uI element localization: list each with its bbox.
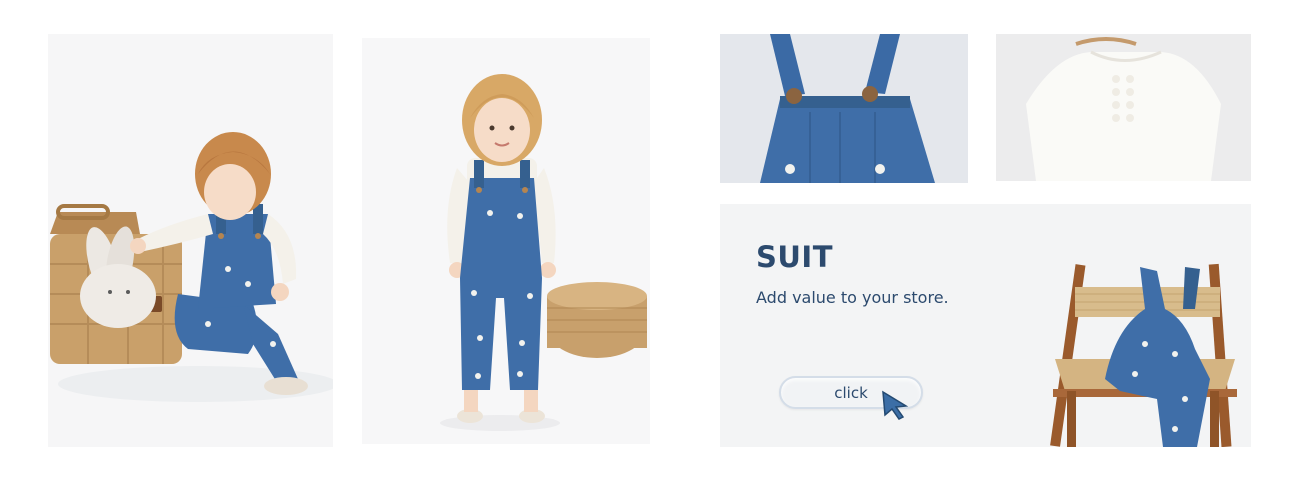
photo-white-blouse[interactable] <box>996 34 1251 181</box>
promo-title: SUIT <box>756 240 834 274</box>
photo-child-sitting[interactable] <box>48 34 333 447</box>
white-blouse-illustration <box>996 34 1251 181</box>
promo-subtitle: Add value to your store. <box>756 288 949 307</box>
promo-card: SUIT Add value to your store. click <box>720 204 1251 447</box>
photo-child-standing[interactable] <box>362 38 650 444</box>
child-sitting-illustration <box>50 132 333 402</box>
overall-straps-illustration <box>720 34 968 183</box>
arrow-cursor-icon <box>882 390 909 420</box>
child-standing-illustration <box>440 74 647 431</box>
chair-with-overalls-image <box>1050 263 1237 447</box>
photo-overall-straps[interactable] <box>720 34 968 183</box>
